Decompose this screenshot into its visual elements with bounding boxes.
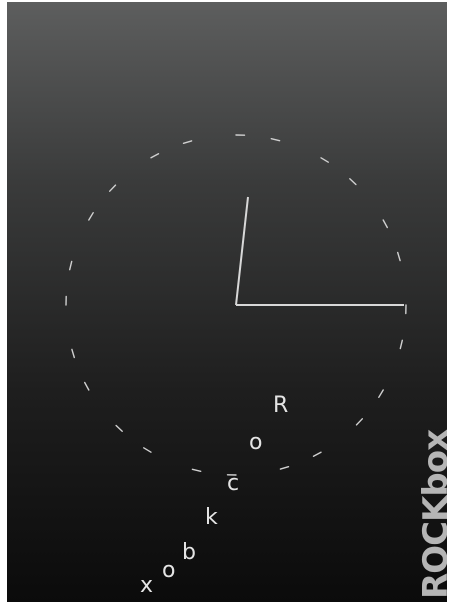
scroller-letter-c: c (227, 471, 239, 496)
clock-tick-mark (71, 348, 76, 359)
scroller-letter-o2: o (162, 558, 175, 583)
clock-hour-hand (235, 196, 249, 306)
clock-tick-mark (355, 418, 363, 426)
clock-tick-mark (270, 137, 281, 142)
clock-tick-mark (83, 381, 90, 391)
clock-tick-mark (279, 466, 290, 470)
scroller-letter-x: x (140, 573, 153, 598)
clock-tick-mark (382, 219, 388, 229)
scroller-letter-b: b (182, 540, 196, 565)
clock-tick-mark (397, 251, 401, 262)
clock-tick-mark (150, 152, 160, 159)
clock-tick-mark (88, 211, 94, 221)
rockbox-scroller-text: R o c k b o x (140, 393, 288, 598)
clock-tick-mark (142, 447, 152, 453)
clock-tick-mark (108, 184, 117, 192)
clock-tick-mark (320, 157, 329, 163)
rockbox-logo: ROCKbox (416, 429, 447, 599)
clock-tick-mark (69, 260, 73, 271)
clock-tick-mark (399, 339, 403, 350)
clock-tick-mark (378, 389, 384, 398)
scroller-letter-r: R (273, 393, 288, 418)
scroller-letter-k: k (205, 505, 218, 530)
clock-tick-mark (182, 140, 193, 145)
analog-clock: R o c k b o x ROCKbox (65, 134, 447, 599)
clock-tick-mark (191, 468, 202, 472)
clock-tick-mark (115, 424, 123, 432)
device-screen: R o c k b o x ROCKbox (7, 2, 447, 602)
rockbox-logo-text: ROCKbox (416, 429, 447, 599)
clock-tick-mark (312, 451, 322, 457)
scroller-letter-o: o (249, 430, 262, 455)
clock-tick-mark (349, 177, 357, 186)
